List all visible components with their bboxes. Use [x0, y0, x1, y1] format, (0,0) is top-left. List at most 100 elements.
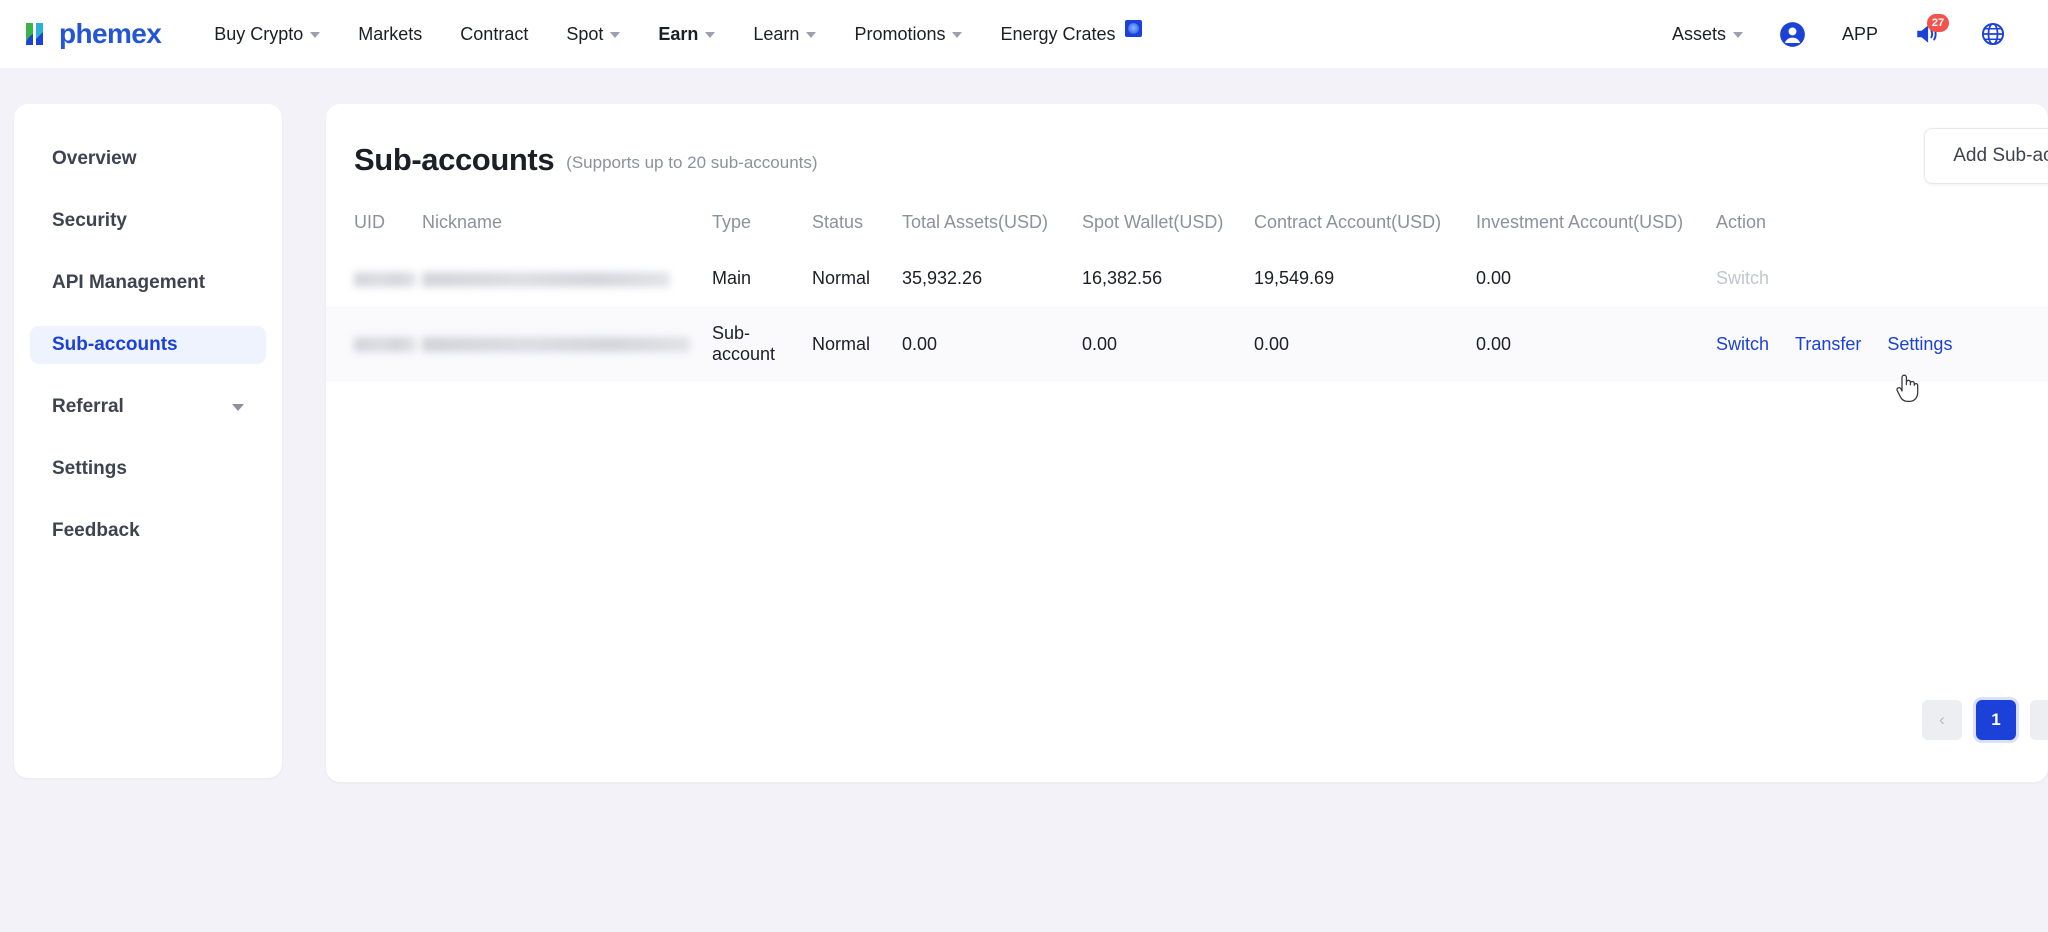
cell-contract-account: 19,549.69 [1254, 251, 1476, 306]
settings-link[interactable]: Settings [1887, 334, 1952, 355]
cell-nickname [422, 251, 712, 306]
nav-item-app[interactable]: APP [1822, 0, 1898, 68]
nav-item-spot[interactable]: Spot [547, 0, 639, 68]
nav-label: Learn [753, 24, 799, 45]
column-header-total-assets: Total Assets(USD) [902, 198, 1082, 251]
account-button[interactable] [1763, 0, 1822, 68]
main-nav: Buy Crypto Markets Contract Spot Earn Le… [195, 0, 1160, 68]
nav-label: Spot [566, 24, 603, 45]
cell-total-assets: 35,932.26 [902, 251, 1082, 306]
column-header-status: Status [812, 198, 902, 251]
page-subtitle: (Supports up to 20 sub-accounts) [566, 153, 817, 173]
sidebar-item-label: Sub-accounts [52, 334, 178, 356]
column-header-contract-account: Contract Account(USD) [1254, 198, 1476, 251]
phemex-logo[interactable]: phemex [22, 19, 161, 49]
sidebar-item-label: Security [52, 210, 127, 232]
table-row: Main Normal 35,932.26 16,382.56 19,549.6… [326, 251, 2048, 306]
sidebar-item-security[interactable]: Security [30, 202, 266, 240]
nav-item-promotions[interactable]: Promotions [835, 0, 981, 68]
energy-crate-badge-icon [1125, 20, 1142, 37]
nav-label: Contract [460, 24, 528, 45]
pagination-next-button[interactable]: › [2030, 700, 2048, 740]
sidebar-item-referral[interactable]: Referral [30, 388, 266, 426]
sidebar-item-overview[interactable]: Overview [30, 140, 266, 178]
table-header-row: UID Nickname Type Status Total Assets(US… [326, 198, 2048, 251]
speaker-icon: 27 [1914, 21, 1948, 47]
settings-sidebar: Overview Security API Management Sub-acc… [14, 104, 282, 778]
globe-icon [1980, 21, 2006, 47]
account-icon [1779, 21, 1806, 48]
sidebar-item-sub-accounts[interactable]: Sub-accounts [30, 326, 266, 364]
switch-link[interactable]: Switch [1716, 334, 1769, 355]
table-body: Main Normal 35,932.26 16,382.56 19,549.6… [326, 251, 2048, 382]
nav-item-contract[interactable]: Contract [441, 0, 547, 68]
column-header-uid: UID [326, 198, 422, 251]
column-header-nickname: Nickname [422, 198, 712, 251]
pagination: ‹ 1 › [1922, 700, 2048, 740]
switch-link-disabled: Switch [1716, 268, 1769, 289]
pagination-page-1[interactable]: 1 [1976, 700, 2016, 740]
language-button[interactable] [1964, 0, 2022, 68]
assets-label: Assets [1672, 24, 1726, 45]
table-row: Sub-account Normal 0.00 0.00 0.00 0.00 S… [326, 306, 2048, 382]
cell-status: Normal [812, 306, 902, 382]
spacer [14, 488, 282, 512]
announcements-button[interactable]: 27 [1898, 0, 1964, 68]
add-sub-account-button[interactable]: Add Sub-account [1924, 128, 2048, 184]
chevron-down-icon [610, 32, 620, 38]
cell-action: Switch Transfer Settings [1716, 306, 2048, 382]
nav-item-buy-crypto[interactable]: Buy Crypto [195, 0, 339, 68]
cell-spot-wallet: 0.00 [1082, 306, 1254, 382]
transfer-link[interactable]: Transfer [1795, 334, 1861, 355]
redacted-nickname [422, 337, 690, 352]
sidebar-item-api-management[interactable]: API Management [30, 264, 266, 302]
nav-item-earn[interactable]: Earn [639, 0, 734, 68]
cell-status: Normal [812, 251, 902, 306]
nav-label: Earn [658, 24, 698, 45]
panel-header: Sub-accounts (Supports up to 20 sub-acco… [326, 104, 2048, 188]
sidebar-item-label: Overview [52, 148, 137, 170]
pagination-prev-button[interactable]: ‹ [1922, 700, 1962, 740]
cell-contract-account: 0.00 [1254, 306, 1476, 382]
top-nav-right-group: Assets APP 27 [1652, 0, 2022, 68]
nav-item-energy-crates[interactable]: Energy Crates [981, 0, 1160, 68]
app-label: APP [1842, 24, 1878, 45]
notification-count-badge: 27 [1927, 14, 1949, 32]
nav-label: Markets [358, 24, 422, 45]
nav-label: Energy Crates [1000, 24, 1115, 45]
sidebar-item-label: Referral [52, 396, 124, 418]
chevron-down-icon [952, 32, 962, 38]
cell-investment-account: 0.00 [1476, 251, 1716, 306]
cell-total-assets: 0.00 [902, 306, 1082, 382]
nav-label: Buy Crypto [214, 24, 303, 45]
top-navigation-bar: phemex Buy Crypto Markets Contract Spot … [0, 0, 2048, 68]
phemex-logo-text: phemex [59, 20, 161, 48]
column-header-spot-wallet: Spot Wallet(USD) [1082, 198, 1254, 251]
redacted-uid [354, 272, 416, 287]
redacted-nickname [422, 272, 670, 287]
sidebar-item-label: Feedback [52, 520, 140, 542]
sidebar-item-settings[interactable]: Settings [30, 450, 266, 488]
cell-action: Switch [1716, 251, 2048, 306]
cell-uid [326, 306, 422, 382]
page-title: Sub-accounts [354, 142, 554, 178]
chevron-down-icon [1733, 32, 1743, 38]
spacer [14, 426, 282, 450]
column-header-type: Type [712, 198, 812, 251]
cell-nickname [422, 306, 712, 382]
phemex-logo-icon [22, 19, 52, 49]
table-header: UID Nickname Type Status Total Assets(US… [326, 198, 2048, 251]
cell-spot-wallet: 16,382.56 [1082, 251, 1254, 306]
sidebar-item-label: API Management [52, 272, 205, 294]
nav-item-assets[interactable]: Assets [1652, 0, 1763, 68]
spacer [14, 364, 282, 388]
chevron-down-icon [310, 32, 320, 38]
spacer [14, 178, 282, 202]
nav-item-markets[interactable]: Markets [339, 0, 441, 68]
spacer [14, 302, 282, 326]
nav-item-learn[interactable]: Learn [734, 0, 835, 68]
page-body: Overview Security API Management Sub-acc… [0, 68, 2048, 932]
column-header-action: Action [1716, 198, 2048, 251]
sidebar-item-feedback[interactable]: Feedback [30, 512, 266, 550]
chevron-down-icon [705, 32, 715, 38]
